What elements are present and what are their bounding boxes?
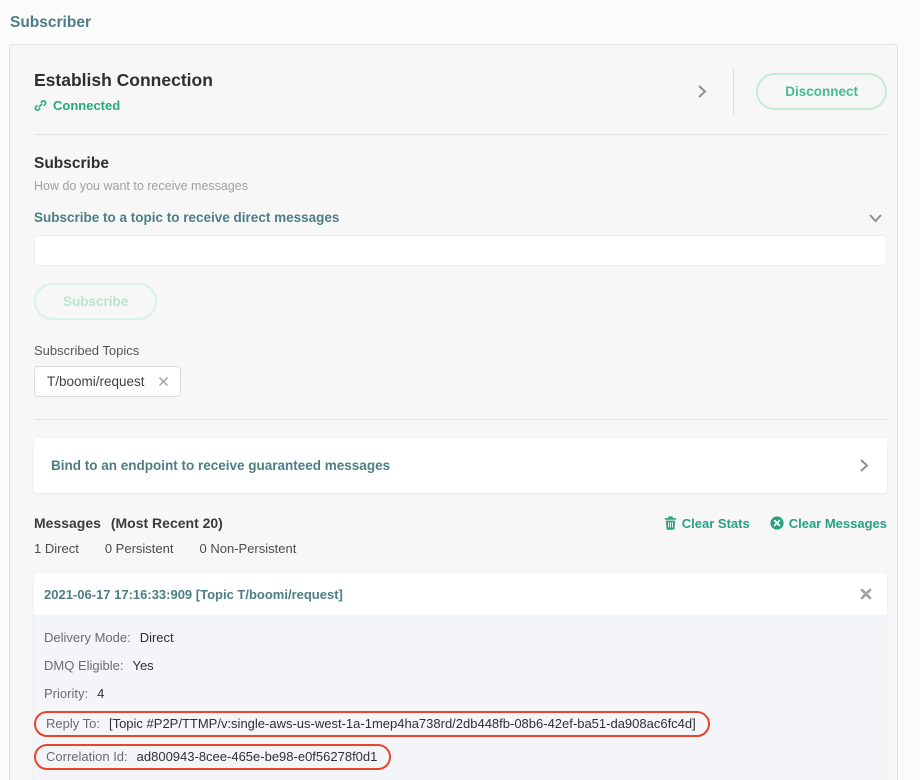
field-priority: Priority: 4 <box>44 683 877 704</box>
close-x-icon <box>860 588 872 600</box>
chevron-down-icon[interactable] <box>868 213 883 223</box>
direct-messages-heading: Subscribe to a topic to receive direct m… <box>34 210 339 225</box>
connection-expand-button[interactable] <box>693 80 711 103</box>
connection-status: Connected <box>34 98 213 113</box>
close-x-icon <box>158 376 169 387</box>
messages-subtitle-text: (Most Recent 20) <box>111 515 223 531</box>
topic-chip: T/boomi/request <box>34 366 181 397</box>
field-label: DMQ Eligible: <box>44 658 123 673</box>
field-reply-to: Reply To: [Topic #P2P/TTMP/v:single-aws-… <box>44 711 877 737</box>
circle-x-icon <box>770 516 784 530</box>
message-card: 2021-06-17 17:16:33:909 [Topic T/boomi/r… <box>34 573 887 780</box>
disconnect-button[interactable]: Disconnect <box>756 73 887 110</box>
bind-endpoint-card[interactable]: Bind to an endpoint to receive guarantee… <box>34 438 887 493</box>
subscribed-topics-label: Subscribed Topics <box>34 343 887 358</box>
direct-messages-header[interactable]: Subscribe to a topic to receive direct m… <box>34 210 887 225</box>
establish-connection-section: Establish Connection Connected <box>34 45 887 115</box>
clear-messages-button[interactable]: Clear Messages <box>770 516 887 531</box>
messages-header: Messages (Most Recent 20) Clear Stats <box>34 515 887 531</box>
message-close-button[interactable] <box>858 586 874 602</box>
connection-status-label: Connected <box>53 98 120 113</box>
connection-title: Establish Connection <box>34 70 213 91</box>
field-value: Direct <box>140 630 174 645</box>
field-label: Correlation Id: <box>46 749 128 764</box>
message-stats: 1 Direct 0 Persistent 0 Non-Persistent <box>34 541 887 556</box>
field-correlation-id: Correlation Id: ad800943-8cee-465e-be98-… <box>44 744 877 770</box>
subscribe-title: Subscribe <box>34 155 887 173</box>
subscribe-subtitle: How do you want to receive messages <box>34 179 887 193</box>
stat-persistent: 0 Persistent <box>105 541 174 556</box>
subscribe-button[interactable]: Subscribe <box>34 283 157 320</box>
messages-title: Messages (Most Recent 20) <box>34 515 223 531</box>
stat-direct: 1 Direct <box>34 541 79 556</box>
topic-chip-label: T/boomi/request <box>47 374 145 389</box>
message-properties: Delivery Mode: Direct DMQ Eligible: Yes … <box>34 615 887 780</box>
divider <box>34 419 887 420</box>
annotation-ellipse: Reply To: [Topic #P2P/TTMP/v:single-aws-… <box>34 711 710 737</box>
annotation-ellipse: Correlation Id: ad800943-8cee-465e-be98-… <box>34 744 391 770</box>
topic-input[interactable] <box>34 235 887 266</box>
vertical-divider <box>733 68 734 115</box>
field-label: Delivery Mode: <box>44 630 131 645</box>
clear-stats-label: Clear Stats <box>682 516 750 531</box>
trash-icon <box>664 516 677 530</box>
topic-chip-remove-button[interactable] <box>157 375 170 388</box>
page-title: Subscriber <box>10 14 91 32</box>
field-value: ad800943-8cee-465e-be98-e0f56278f0d1 <box>137 749 378 764</box>
clear-stats-button[interactable]: Clear Stats <box>664 516 750 531</box>
messages-actions: Clear Stats Clear Messages <box>664 516 887 531</box>
connection-info: Establish Connection Connected <box>34 70 213 113</box>
field-dmq-eligible: DMQ Eligible: Yes <box>44 655 877 676</box>
field-delivery-mode: Delivery Mode: Direct <box>44 627 877 648</box>
chevron-right-icon <box>859 458 869 473</box>
field-label: Reply To: <box>46 716 100 731</box>
bind-endpoint-heading: Bind to an endpoint to receive guarantee… <box>51 458 390 473</box>
field-value: [Topic #P2P/TTMP/v:single-aws-us-west-1a… <box>109 716 696 731</box>
messages-title-text: Messages <box>34 515 101 531</box>
stat-non-persistent: 0 Non-Persistent <box>199 541 296 556</box>
divider <box>34 134 887 135</box>
subscriber-panel: Establish Connection Connected <box>9 44 898 780</box>
field-value: Yes <box>132 658 153 673</box>
message-card-header: 2021-06-17 17:16:33:909 [Topic T/boomi/r… <box>34 573 887 615</box>
message-timestamp: 2021-06-17 17:16:33:909 [Topic T/boomi/r… <box>44 587 343 602</box>
field-label: Priority: <box>44 686 88 701</box>
field-value: 4 <box>97 686 104 701</box>
connection-controls: Disconnect <box>693 68 887 115</box>
chevron-right-icon <box>697 84 707 99</box>
clear-messages-label: Clear Messages <box>789 516 887 531</box>
link-icon <box>34 99 47 112</box>
